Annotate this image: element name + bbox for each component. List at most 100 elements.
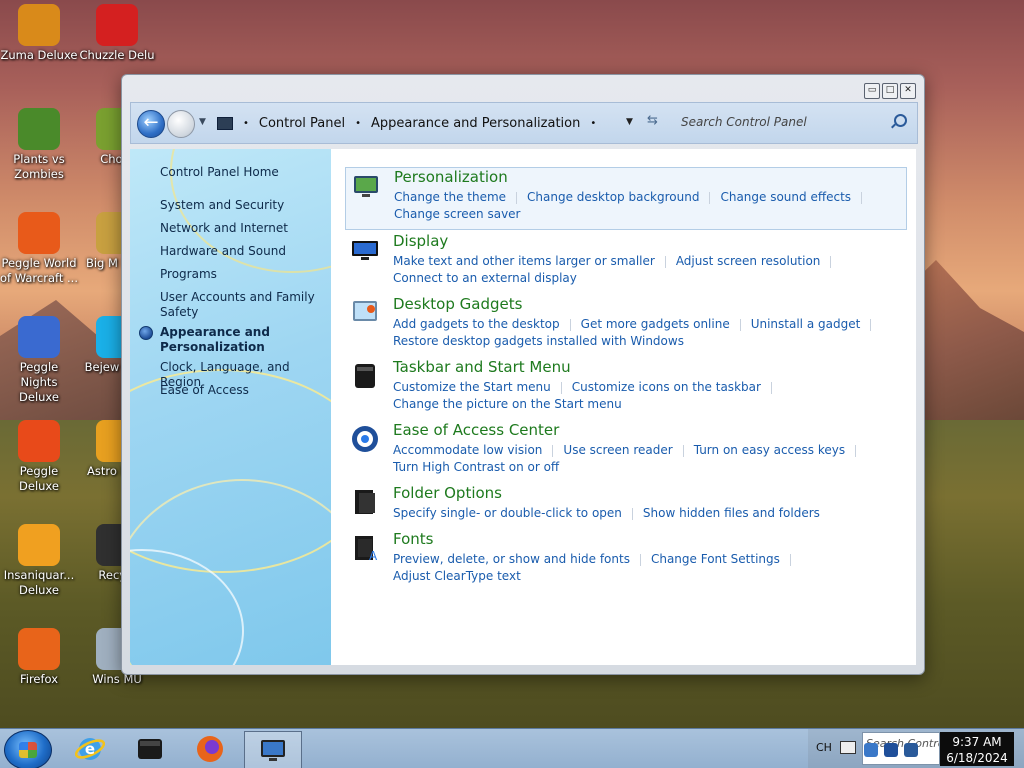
address-dropdown-icon[interactable]: ▼ <box>626 117 633 127</box>
category-link[interactable]: Adjust ClearType text <box>393 568 521 585</box>
control-panel-icon[interactable] <box>244 731 302 768</box>
sidebar-item-programs[interactable]: Programs <box>160 267 325 282</box>
desktop-icon[interactable]: Peggle World of Warcraft ... <box>0 212 78 286</box>
category-links: Make text and other items larger or smal… <box>393 253 893 287</box>
back-button[interactable]: ← <box>137 110 165 138</box>
fonts-icon[interactable]: A <box>350 533 380 563</box>
clock-date: 6/18/2024 <box>946 751 1008 765</box>
display-icon[interactable] <box>350 235 380 265</box>
link-divider <box>709 191 711 204</box>
link-divider <box>830 255 832 268</box>
desktop-icon[interactable]: Peggle Deluxe <box>0 420 78 494</box>
search-icon[interactable] <box>894 114 907 127</box>
category-link[interactable]: Change screen saver <box>394 206 521 223</box>
close-button[interactable]: ✕ <box>900 83 916 99</box>
category-link[interactable]: Accommodate low vision <box>393 442 542 459</box>
category-link[interactable]: Change Font Settings <box>651 551 780 568</box>
media-center-icon[interactable] <box>122 731 178 767</box>
category-title[interactable]: Desktop Gadgets <box>393 295 522 313</box>
breadcrumb-control-panel[interactable]: Control Panel <box>259 116 345 131</box>
category-link[interactable]: Customize icons on the taskbar <box>572 379 761 396</box>
category-folder-options: Folder Options Specify single- or double-… <box>345 484 905 528</box>
category-links: Change the theme Change desktop backgroun… <box>394 189 894 223</box>
category-link[interactable]: Change desktop background <box>527 189 699 206</box>
link-divider <box>631 507 633 520</box>
category-link[interactable]: Change sound effects <box>720 189 851 206</box>
clock[interactable]: 9:37 AM 6/18/2024 <box>940 732 1014 766</box>
personalization-icon[interactable] <box>351 171 381 201</box>
desktop-icon[interactable]: Zuma Deluxe <box>0 4 78 63</box>
category-link[interactable]: Change the theme <box>394 189 506 206</box>
desktop-icon-label: Insaniquar... Deluxe <box>3 568 75 597</box>
desktop-icon-label: Firefox <box>19 672 59 686</box>
category-link[interactable]: Add gadgets to the desktop <box>393 316 560 333</box>
desktop-icon[interactable]: Chuzzle Delu <box>78 4 156 63</box>
insaniquarium-icon <box>18 524 60 566</box>
category-links: Preview, delete, or show and hide fonts C… <box>393 551 893 585</box>
category-link[interactable]: Uninstall a gadget <box>751 316 861 333</box>
category-link[interactable]: Specify single- or double-click to open <box>393 505 622 522</box>
desktop-icon-label: Peggle World of Warcraft ... <box>0 256 78 285</box>
desktop-gadgets-icon[interactable] <box>350 298 380 328</box>
category-link[interactable]: Turn High Contrast on or off <box>393 459 559 476</box>
maximize-button[interactable]: □ <box>882 83 898 99</box>
category-ease-of-access: Ease of Access Center Accommodate low vis… <box>345 421 905 474</box>
flag-icon[interactable] <box>864 743 878 757</box>
desktop-icon[interactable]: Firefox <box>0 628 78 687</box>
ease-of-access-icon[interactable] <box>350 424 380 454</box>
category-link[interactable]: Use screen reader <box>563 442 672 459</box>
breadcrumb-appearance[interactable]: Appearance and Personalization <box>371 116 580 131</box>
sidebar-item-control-panel-home[interactable]: Control Panel Home <box>160 165 325 180</box>
desktop-icon-label: Peggle Nights Deluxe <box>19 360 59 404</box>
link-divider <box>639 553 641 566</box>
refresh-icon[interactable]: ⇆ <box>647 113 658 128</box>
sidebar-item-network[interactable]: Network and Internet <box>160 221 325 236</box>
category-title[interactable]: Personalization <box>394 168 508 186</box>
category-title[interactable]: Taskbar and Start Menu <box>393 358 571 376</box>
taskbar-icon[interactable] <box>350 361 380 391</box>
category-link[interactable]: Change the picture on the Start menu <box>393 396 622 413</box>
minimize-button[interactable]: ▭ <box>864 83 880 99</box>
sidebar-item-appearance[interactable]: Appearance and Personalization <box>160 325 325 355</box>
search-input[interactable]: Search Control Panel <box>675 109 913 135</box>
category-links: Customize the Start menu Customize icons … <box>393 379 893 413</box>
category-link[interactable]: Restore desktop gadgets installed with W… <box>393 333 684 350</box>
folder-options-icon[interactable] <box>350 487 380 517</box>
category-title[interactable]: Folder Options <box>393 484 502 502</box>
category-link[interactable]: Customize the Start menu <box>393 379 551 396</box>
category-link[interactable]: Turn on easy access keys <box>694 442 845 459</box>
category-link[interactable]: Get more gadgets online <box>581 316 730 333</box>
network-icon[interactable] <box>884 743 898 757</box>
internet-explorer-icon[interactable]: e <box>62 731 118 767</box>
start-button[interactable] <box>4 730 52 768</box>
category-title[interactable]: Display <box>393 232 448 250</box>
category-link[interactable]: Preview, delete, or show and hide fonts <box>393 551 630 568</box>
volume-icon[interactable] <box>904 743 918 757</box>
sidebar-item-hardware[interactable]: Hardware and Sound <box>160 244 325 259</box>
sidebar-item-ease-of-access[interactable]: Ease of Access <box>160 383 325 398</box>
breadcrumb-separator[interactable]: • <box>590 118 596 129</box>
forward-button[interactable] <box>167 110 195 138</box>
category-title[interactable]: Ease of Access Center <box>393 421 559 439</box>
firefox-icon[interactable] <box>182 731 238 767</box>
desktop-icon[interactable]: Peggle Nights Deluxe <box>0 316 78 405</box>
desktop-icon[interactable]: Plants vs Zombies <box>0 108 78 182</box>
category-link[interactable]: Make text and other items larger or smal… <box>393 253 655 270</box>
desktop-icon[interactable]: Insaniquar... Deluxe <box>0 524 78 598</box>
category-link[interactable]: Adjust screen resolution <box>676 253 821 270</box>
peggle-wow-icon <box>18 212 60 254</box>
sidebar-item-system-security[interactable]: System and Security <box>160 198 325 213</box>
category-link[interactable]: Connect to an external display <box>393 270 577 287</box>
sidebar-item-user-accounts[interactable]: User Accounts and Family Safety <box>160 290 325 320</box>
windows-logo-icon <box>19 742 37 758</box>
firefox-icon <box>18 628 60 670</box>
category-title[interactable]: Fonts <box>393 530 433 548</box>
language-indicator[interactable]: CH <box>816 741 832 754</box>
category-link[interactable]: Show hidden files and folders <box>643 505 820 522</box>
taskbar: e CH Search Contro 9:37 AM 6/18/2024 <box>0 728 1024 768</box>
desktop-icon-label: Plants vs Zombies <box>13 152 65 181</box>
keyboard-icon[interactable] <box>840 741 856 754</box>
address-bar[interactable]: • Control Panel • Appearance and Persona… <box>211 111 643 135</box>
plants-vs-zombies-icon <box>18 108 60 150</box>
recent-pages-dropdown-icon[interactable]: ▼ <box>199 117 206 127</box>
